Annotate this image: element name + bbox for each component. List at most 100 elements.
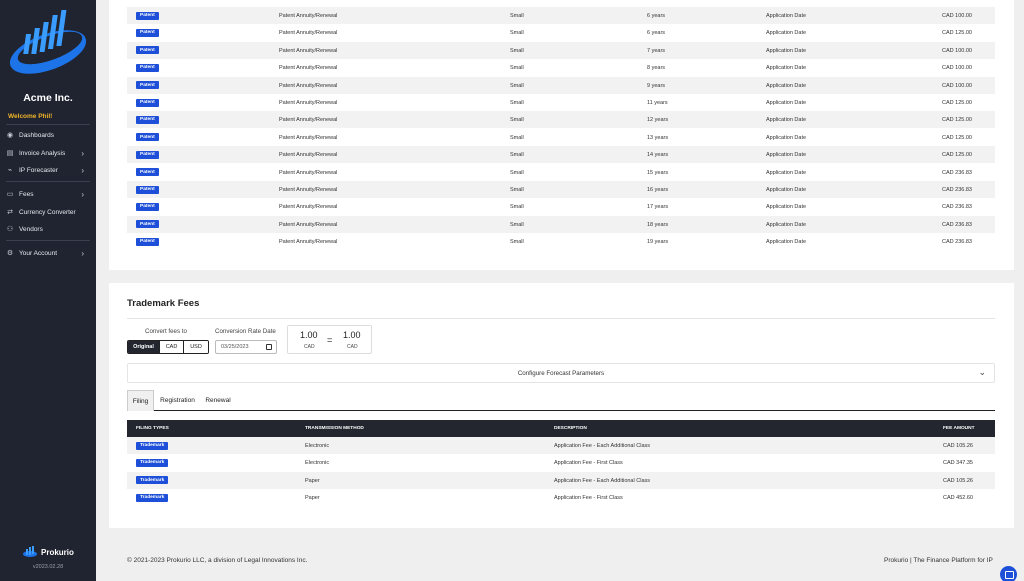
- cell-amount: CAD 125.00: [942, 134, 972, 141]
- type-badge: Patent: [136, 150, 159, 159]
- type-badge: Patent: [136, 28, 159, 37]
- type-badge: Patent: [136, 202, 159, 211]
- sidebar-item-your-account[interactable]: ⚙ Your Account ›: [6, 246, 90, 260]
- configure-forecast-accordion[interactable]: Configure Forecast Parameters ⌄: [127, 363, 995, 383]
- cell-basis: Application Date: [766, 239, 807, 246]
- divider: [6, 181, 90, 182]
- table-row: Patent Patent Annuity/Renewal Small 7 years…: [127, 41, 995, 59]
- column-header-description: DESCRIPTION: [554, 426, 587, 431]
- cell-term: 14 years: [647, 152, 669, 159]
- rate-date-label: Conversion Rate Date: [215, 328, 276, 335]
- table-row: Patent Patent Annuity/Renewal Small 11 year…: [127, 94, 995, 111]
- sidebar-item-ip-forecaster[interactable]: ⌁ IP Forecaster ›: [6, 163, 90, 177]
- sidebar-item-currency-converter[interactable]: ⇄ Currency Converter: [6, 205, 90, 219]
- cell-fee: Patent Annuity/Renewal: [279, 204, 338, 211]
- cell-method: Electronic: [305, 443, 330, 449]
- chart-icon: ⌁: [7, 167, 13, 174]
- cell-term: 12 years: [647, 117, 669, 124]
- rate-left-value: 1.00: [300, 330, 318, 340]
- sidebar-item-dashboards[interactable]: ◉ Dashboards: [6, 128, 90, 142]
- cell-amount: CAD 347.35: [943, 460, 973, 467]
- cell-size: Small: [510, 100, 524, 106]
- rate-date-value: 03/25/2023: [221, 344, 249, 350]
- table-row: Patent Patent Annuity/Renewal Small 9 years…: [127, 76, 995, 94]
- cell-term: 16 years: [647, 187, 669, 193]
- rate-date-input[interactable]: 03/25/2023: [215, 340, 277, 354]
- convert-fees-label: Convert fees to: [145, 328, 187, 335]
- type-badge: Patent: [136, 81, 159, 90]
- cell-term: 15 years: [647, 169, 669, 176]
- cell-method: Paper: [305, 495, 320, 502]
- sidebar-item-vendors[interactable]: ⚇ Vendors: [6, 222, 90, 236]
- table-row: Patent Patent Annuity/Renewal Small 14 year…: [127, 146, 995, 164]
- brand-name: Prokurio: [41, 547, 74, 557]
- divider: [6, 124, 90, 125]
- cell-term: 6 years: [647, 30, 666, 37]
- cell-basis: Application Date: [766, 134, 807, 141]
- sidebar-item-label: Invoice Analysis: [19, 149, 66, 157]
- sidebar-item-label: Fees: [19, 190, 34, 198]
- patent-fees-card: Patent Patent Annuity/Renewal Small 6 years…: [109, 0, 1014, 270]
- type-badge: Patent: [136, 98, 159, 107]
- cell-basis: Application Date: [766, 204, 807, 211]
- currency-option-cad[interactable]: CAD: [160, 341, 184, 353]
- cell-term: 13 years: [647, 134, 669, 141]
- version-text: v2023.02.28: [32, 564, 64, 570]
- cell-basis: Application Date: [766, 221, 807, 228]
- cell-amount: CAD 125.00: [942, 100, 972, 106]
- cell-fee: Patent Annuity/Renewal: [279, 82, 338, 89]
- chevron-right-icon: ›: [81, 189, 84, 199]
- cell-amount: CAD 100.00: [942, 82, 972, 89]
- type-badge: Trademark: [136, 476, 169, 485]
- tab-registration[interactable]: Registration: [156, 390, 199, 411]
- cell-term: 7 years: [647, 47, 666, 54]
- cell-desc: Application Fee - Each Additional Class: [554, 477, 650, 484]
- type-badge: Patent: [136, 133, 159, 142]
- chevron-right-icon: ›: [81, 165, 84, 175]
- chevron-right-icon: ›: [81, 148, 84, 158]
- cell-fee: Patent Annuity/Renewal: [279, 169, 338, 176]
- cell-fee: Patent Annuity/Renewal: [279, 134, 338, 141]
- cell-method: Paper: [305, 477, 320, 484]
- cell-size: Small: [510, 239, 524, 246]
- rate-left-currency: CAD: [304, 344, 315, 350]
- cell-term: 17 years: [647, 204, 669, 211]
- type-badge: Patent: [136, 63, 159, 72]
- cell-amount: CAD 236.83: [942, 204, 972, 211]
- currency-option-usd[interactable]: USD: [184, 341, 208, 353]
- sidebar-item-label: Your Account: [19, 249, 58, 257]
- currency-option-original[interactable]: Original: [128, 341, 160, 353]
- users-icon: ⚇: [6, 226, 14, 233]
- cell-basis: Application Date: [766, 82, 807, 89]
- company-name: Acme Inc.: [23, 92, 73, 104]
- chevron-right-icon: ›: [81, 248, 84, 258]
- cell-amount: CAD 125.00: [942, 117, 972, 124]
- company-logo[interactable]: [4, 6, 92, 76]
- table-row: Patent Patent Annuity/Renewal Small 13 year…: [127, 129, 995, 146]
- calendar-icon[interactable]: [266, 344, 272, 350]
- sidebar-item-invoice-analysis[interactable]: ▤ Invoice Analysis ›: [6, 146, 90, 160]
- chevron-down-icon[interactable]: ⌄: [978, 367, 986, 378]
- rate-right-currency: CAD: [347, 344, 358, 350]
- sidebar: Acme Inc. Welcome Phil! ◉ Dashboards ▤ I…: [0, 0, 96, 581]
- cell-amount: CAD 236.83: [942, 221, 972, 228]
- divider: [127, 318, 995, 319]
- type-badge: Patent: [136, 11, 159, 20]
- cell-term: 8 years: [647, 65, 666, 72]
- type-badge: Trademark: [136, 493, 169, 502]
- cell-size: Small: [510, 30, 524, 37]
- cell-fee: Patent Annuity/Renewal: [279, 30, 338, 37]
- sidebar-item-label: Currency Converter: [19, 208, 76, 216]
- cell-basis: Application Date: [766, 169, 807, 176]
- cell-desc: Application Fee - First Class: [554, 460, 623, 467]
- cell-fee: Patent Annuity/Renewal: [279, 187, 338, 193]
- table-row: Trademark Paper Application Fee - First Cl…: [127, 489, 995, 506]
- tab-renewal[interactable]: Renewal: [201, 390, 235, 411]
- cell-amount: CAD 236.83: [942, 169, 972, 176]
- tab-filing[interactable]: Filing: [127, 390, 154, 411]
- cell-basis: Application Date: [766, 47, 807, 54]
- sidebar-item-fees[interactable]: ▭ Fees ›: [6, 187, 90, 201]
- welcome-text: Welcome Phil!: [8, 113, 53, 120]
- cell-term: 18 years: [647, 221, 669, 228]
- chat-help-button[interactable]: [1000, 566, 1017, 581]
